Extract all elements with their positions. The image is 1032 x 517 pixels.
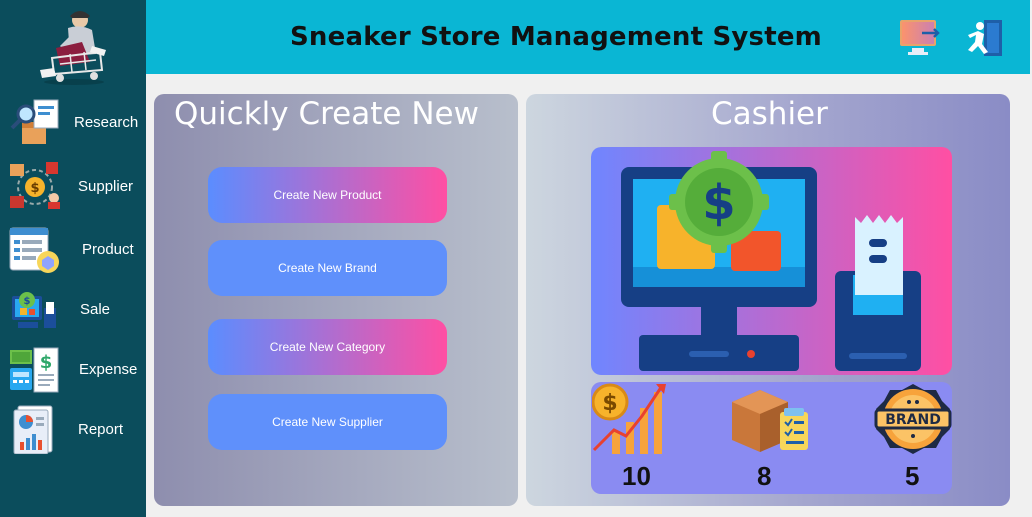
app-title: Sneaker Store Management System: [290, 22, 822, 52]
sidebar-item-sale[interactable]: $ Sale: [0, 280, 146, 338]
sidebar: Research $ Supplier Product $ Sale $ Exp…: [0, 0, 146, 517]
svg-text:$: $: [40, 352, 53, 373]
cashier-title: Cashier: [711, 96, 828, 132]
revenue-chart-icon: $: [592, 383, 666, 454]
sidebar-item-supplier[interactable]: $ Supplier: [0, 156, 146, 214]
switch-screen-icon[interactable]: [898, 18, 942, 58]
expense-icon: $: [10, 347, 59, 393]
sidebar-item-report[interactable]: Report: [0, 400, 146, 458]
product-box-icon: [732, 390, 808, 452]
brand-count: 5: [905, 461, 920, 491]
svg-text:$: $: [24, 296, 31, 307]
logout-icon[interactable]: [962, 18, 1006, 58]
sidebar-item-label: Expense: [79, 361, 138, 378]
svg-text:$: $: [30, 181, 39, 196]
supplier-icon: $: [10, 162, 60, 209]
product-count: 8: [757, 461, 772, 491]
sale-register-icon: $: [12, 292, 56, 328]
create-new-product-button[interactable]: Create New Product: [208, 167, 447, 223]
cashier-register-illustration[interactable]: $: [591, 147, 952, 375]
create-new-brand-button[interactable]: Create New Brand: [208, 240, 447, 296]
svg-text:$: $: [702, 175, 735, 231]
sidebar-item-label: Sale: [80, 301, 111, 318]
quick-create-title: Quickly Create New: [174, 96, 479, 132]
create-new-supplier-button[interactable]: Create New Supplier: [208, 394, 447, 450]
create-new-category-button[interactable]: Create New Category: [208, 319, 447, 375]
sidebar-item-label: Supplier: [78, 178, 134, 195]
header-bar: Sneaker Store Management System: [146, 0, 1030, 74]
report-icon: [13, 405, 53, 454]
sidebar-item-research[interactable]: Research: [0, 92, 146, 150]
sidebar-item-label: Research: [74, 114, 139, 131]
sidebar-item-label: Report: [78, 421, 124, 438]
sidebar-item-product[interactable]: Product: [0, 220, 146, 278]
brand-badge-icon: BRAND: [874, 384, 952, 454]
svg-text:$: $: [602, 391, 617, 416]
sidebar-item-label: Product: [82, 241, 134, 258]
svg-text:BRAND: BRAND: [885, 412, 941, 428]
sidebar-item-expense[interactable]: $ Expense: [0, 340, 146, 398]
product-icon: [9, 227, 59, 273]
revenue-count: 10: [622, 461, 651, 491]
sneaker-cart-logo: [40, 11, 106, 85]
research-icon: [10, 99, 59, 144]
